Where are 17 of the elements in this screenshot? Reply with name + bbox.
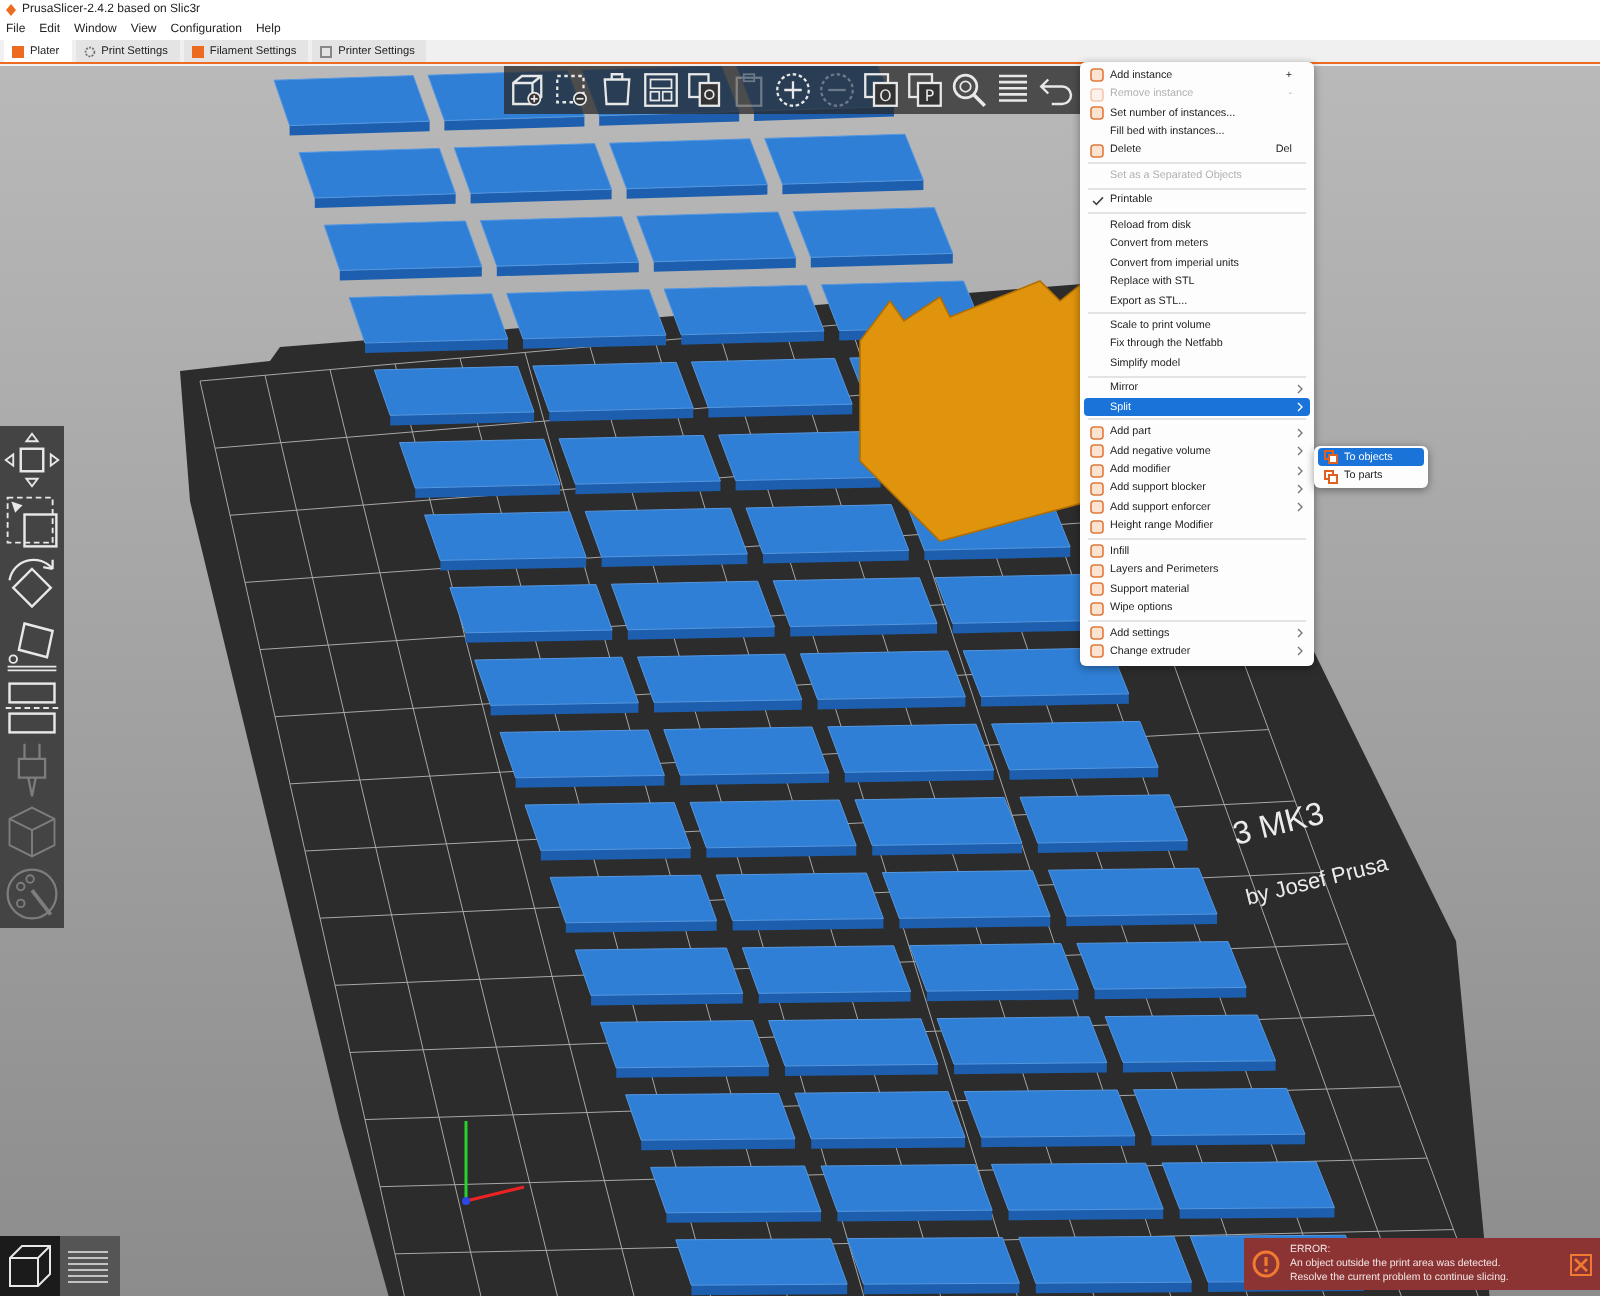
warning-icon [1252, 1250, 1280, 1278]
close-icon[interactable] [1570, 1253, 1592, 1275]
bed-label: by Josef Prusa [1243, 851, 1391, 910]
bed-label: 3 MK3 [1229, 796, 1328, 852]
app-logo-icon [6, 4, 16, 16]
filament-tab-icon [191, 45, 204, 57]
cut-tool-icon[interactable] [2, 677, 62, 737]
move-tool-icon[interactable] [2, 429, 62, 489]
gear-icon [83, 45, 96, 57]
scale-tool-icon[interactable] [2, 491, 62, 551]
plater-tab-icon [12, 45, 24, 57]
axes-icon [462, 1120, 525, 1204]
copy-icon[interactable] [684, 67, 726, 111]
plus-circle-icon[interactable] [772, 67, 814, 111]
printer-tab-icon [320, 45, 333, 57]
cube-view-icon[interactable] [0, 1236, 60, 1296]
arrange-icon[interactable] [640, 67, 682, 111]
